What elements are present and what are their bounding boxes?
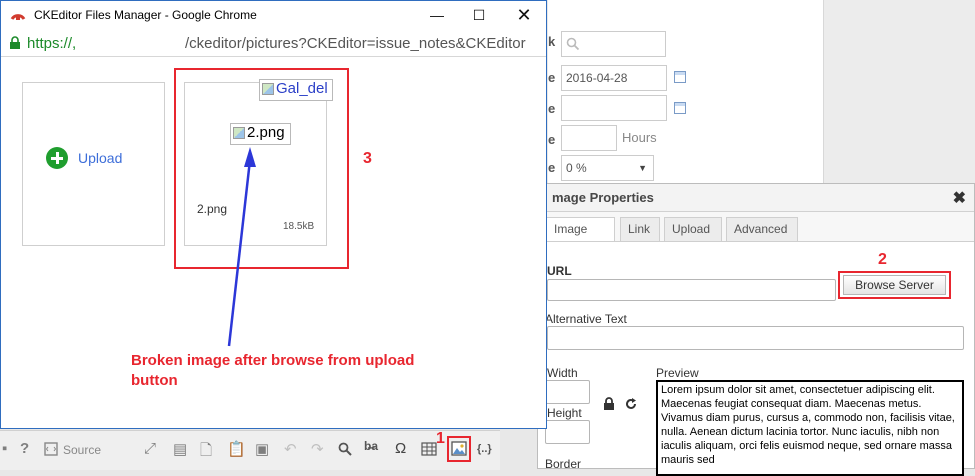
annotation-arrow bbox=[227, 147, 256, 347]
annotation-note: Broken image after browse from upload bu… bbox=[131, 352, 415, 389]
